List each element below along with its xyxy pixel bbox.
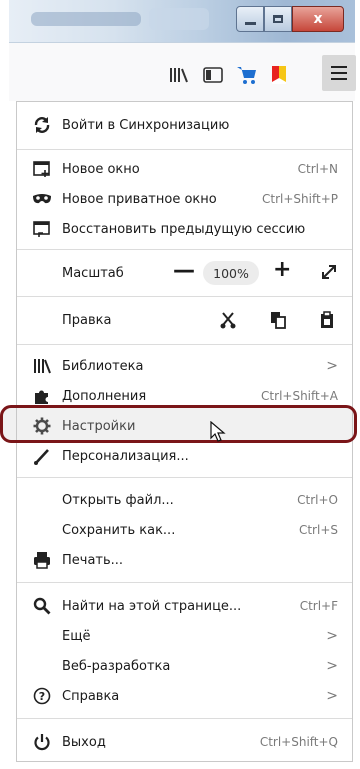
- zoom-reset-button[interactable]: 100%: [203, 261, 259, 285]
- browser-toolbar: [9, 43, 356, 101]
- chevron-right-icon: >: [326, 628, 338, 644]
- mouse-cursor-icon: [210, 420, 226, 443]
- help-icon: ?: [32, 686, 52, 706]
- printer-icon: [32, 550, 52, 570]
- menu-item-label: Выход: [62, 734, 106, 750]
- menu-item-label: Библиотека: [62, 358, 144, 374]
- edit-label: Правка: [62, 312, 112, 328]
- svg-text:?: ?: [39, 690, 45, 703]
- library-icon: [32, 356, 52, 376]
- menu-item-print[interactable]: Печать...: [17, 545, 352, 575]
- menu-item-label: Новое приватное окно: [62, 191, 217, 207]
- menu-item-label: Открыть файл...: [62, 492, 174, 508]
- cut-icon[interactable]: [218, 310, 238, 330]
- zoom-label: Масштаб: [62, 265, 124, 281]
- copy-icon[interactable]: [268, 310, 288, 330]
- shortcut-label: Ctrl+Shift+A: [261, 389, 338, 403]
- search-icon: [32, 596, 52, 616]
- menu-item-label: Найти на этой странице...: [62, 598, 242, 614]
- sync-icon: [32, 115, 52, 135]
- menu-item-label: Ещё: [62, 628, 91, 644]
- new-window-icon: [32, 159, 52, 179]
- bookmark-flag-icon[interactable]: [267, 63, 291, 87]
- chevron-right-icon: >: [326, 358, 338, 374]
- brush-icon: [32, 446, 52, 466]
- menu-item-sync[interactable]: Войти в Синхронизацию: [17, 110, 352, 140]
- menu-item-more[interactable]: Ещё >: [17, 621, 352, 651]
- menu-item-label: Печать...: [62, 552, 124, 568]
- menu-item-label: Дополнения: [62, 388, 147, 404]
- menu-item-new-window[interactable]: Новое окно Ctrl+N: [17, 154, 352, 184]
- titlebar-blurred-content: [149, 8, 209, 30]
- paste-icon[interactable]: [317, 310, 337, 330]
- chevron-right-icon: >: [326, 688, 338, 704]
- menu-item-label: Персонализация...: [62, 448, 189, 464]
- divider: [17, 249, 352, 250]
- menu-item-edit: Правка: [17, 305, 352, 335]
- hamburger-menu-button[interactable]: [322, 55, 356, 91]
- zoom-out-button[interactable]: —: [173, 258, 195, 283]
- menu-item-library[interactable]: Библиотека >: [17, 351, 352, 381]
- titlebar-blurred-content: [31, 12, 141, 26]
- fullscreen-icon[interactable]: [320, 263, 338, 281]
- menu-item-label: Сохранить как...: [62, 522, 176, 538]
- hamburger-menu-icon: [331, 66, 347, 80]
- cart-icon[interactable]: [235, 63, 259, 87]
- settings-highlight-frame: [0, 405, 357, 443]
- minimize-button[interactable]: [236, 6, 264, 32]
- shortcut-label: Ctrl+Shift+P: [262, 192, 338, 206]
- sidebar-icon[interactable]: [201, 63, 225, 87]
- divider: [17, 296, 352, 297]
- shortcut-label: Ctrl+Shift+Q: [259, 735, 338, 749]
- menu-item-label: Восстановить предыдущую сессию: [62, 221, 306, 237]
- shortcut-label: Ctrl+N: [297, 162, 338, 176]
- restore-session-icon: [32, 219, 52, 239]
- zoom-in-button[interactable]: +: [273, 257, 291, 282]
- menu-item-restore-session[interactable]: Восстановить предыдущую сессию: [17, 214, 352, 244]
- power-icon: [32, 732, 52, 752]
- close-button[interactable]: x: [292, 6, 344, 32]
- menu-item-find[interactable]: Найти на этой странице... Ctrl+F: [17, 591, 352, 621]
- library-icon[interactable]: [167, 63, 191, 87]
- minimize-icon: [244, 21, 256, 25]
- chevron-right-icon: >: [326, 658, 338, 674]
- menu-item-web-developer[interactable]: Веб-разработка >: [17, 651, 352, 681]
- menu-item-label: Справка: [62, 688, 120, 704]
- menu-item-private-window[interactable]: Новое приватное окно Ctrl+Shift+P: [17, 184, 352, 214]
- shortcut-label: Ctrl+F: [299, 599, 338, 613]
- maximize-button[interactable]: [264, 6, 292, 32]
- divider: [17, 718, 352, 719]
- menu-item-exit[interactable]: Выход Ctrl+Shift+Q: [17, 727, 352, 757]
- puzzle-icon: [32, 386, 52, 406]
- close-icon: x: [313, 11, 323, 27]
- maximize-icon: [273, 15, 283, 23]
- menu-item-label: Новое окно: [62, 161, 140, 177]
- shortcut-label: Ctrl+O: [297, 493, 338, 507]
- divider: [17, 149, 352, 150]
- divider: [17, 582, 352, 583]
- menu-item-customize[interactable]: Персонализация...: [17, 441, 352, 471]
- menu-item-label: Веб-разработка: [62, 658, 171, 674]
- divider: [17, 344, 352, 345]
- menu-item-open-file[interactable]: Открыть файл... Ctrl+O: [17, 485, 352, 515]
- divider: [17, 477, 352, 478]
- menu-item-zoom: Масштаб — 100% +: [17, 257, 352, 288]
- menu-item-help[interactable]: ? Справка >: [17, 681, 352, 711]
- menu-item-label: Войти в Синхронизацию: [62, 117, 230, 133]
- menu-item-save-as[interactable]: Сохранить как... Ctrl+S: [17, 515, 352, 545]
- shortcut-label: Ctrl+S: [298, 523, 338, 537]
- mask-icon: [32, 189, 52, 209]
